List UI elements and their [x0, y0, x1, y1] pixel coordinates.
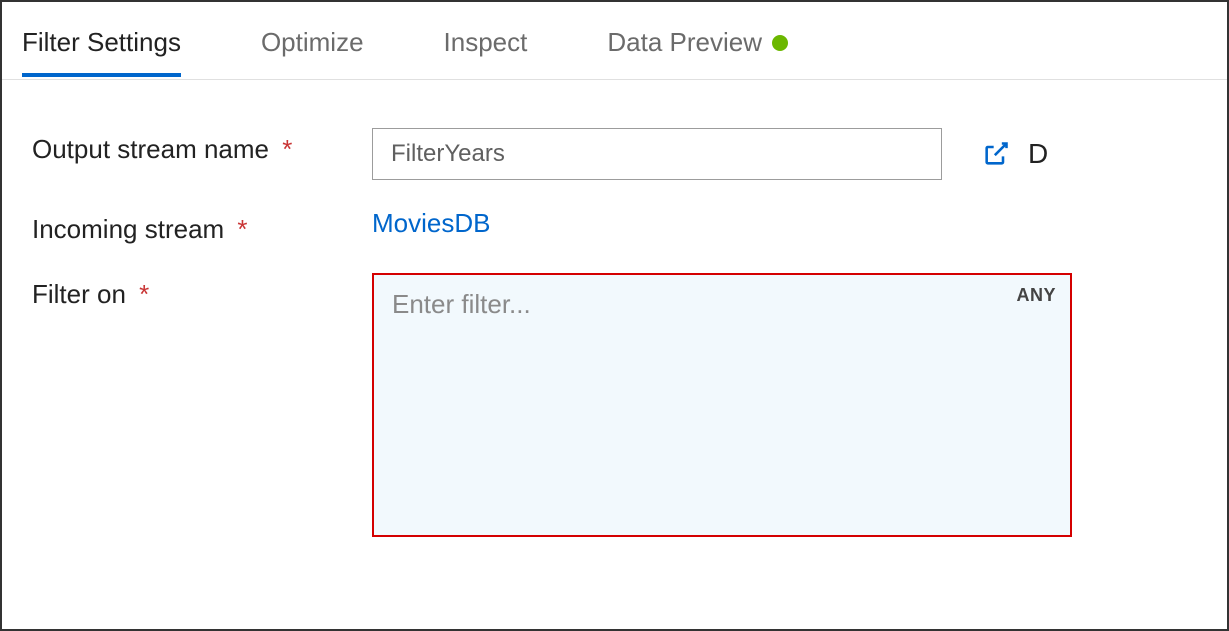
label-incoming-stream: Incoming stream * [32, 208, 372, 245]
filter-type-badge: ANY [1016, 285, 1056, 306]
label-text: Incoming stream [32, 214, 224, 244]
label-text: Output stream name [32, 134, 269, 164]
field-output-stream: D [372, 128, 1197, 180]
status-dot-icon [772, 35, 788, 51]
form-area: Output stream name * D Incoming stream *… [2, 80, 1227, 595]
tab-data-preview[interactable]: Data Preview [607, 5, 788, 76]
label-text: Filter on [32, 279, 126, 309]
tab-label: Data Preview [607, 27, 762, 58]
required-asterisk: * [237, 214, 247, 244]
row-incoming-stream: Incoming stream * MoviesDB [32, 208, 1197, 245]
filter-placeholder-text: Enter filter... [392, 289, 531, 319]
open-external-icon[interactable] [982, 140, 1010, 168]
tab-label: Optimize [261, 27, 364, 58]
tab-label: Inspect [444, 27, 528, 58]
label-filter-on: Filter on * [32, 273, 372, 310]
tab-filter-settings[interactable]: Filter Settings [22, 5, 181, 76]
field-incoming-stream: MoviesDB [372, 208, 1197, 239]
right-actions: D [982, 138, 1048, 170]
filter-expression-input[interactable]: Enter filter... ANY [372, 273, 1072, 537]
required-asterisk: * [139, 279, 149, 309]
incoming-stream-link[interactable]: MoviesDB [372, 208, 490, 239]
tab-optimize[interactable]: Optimize [261, 5, 364, 76]
tab-label: Filter Settings [22, 27, 181, 58]
label-output-stream: Output stream name * [32, 128, 372, 165]
row-filter-on: Filter on * Enter filter... ANY [32, 273, 1197, 537]
truncated-label: D [1028, 138, 1048, 170]
row-output-stream: Output stream name * D [32, 128, 1197, 180]
output-stream-input[interactable] [372, 128, 942, 180]
required-asterisk: * [282, 134, 292, 164]
field-filter-on: Enter filter... ANY [372, 273, 1197, 537]
tab-inspect[interactable]: Inspect [444, 5, 528, 76]
tabs-bar: Filter Settings Optimize Inspect Data Pr… [2, 2, 1227, 80]
